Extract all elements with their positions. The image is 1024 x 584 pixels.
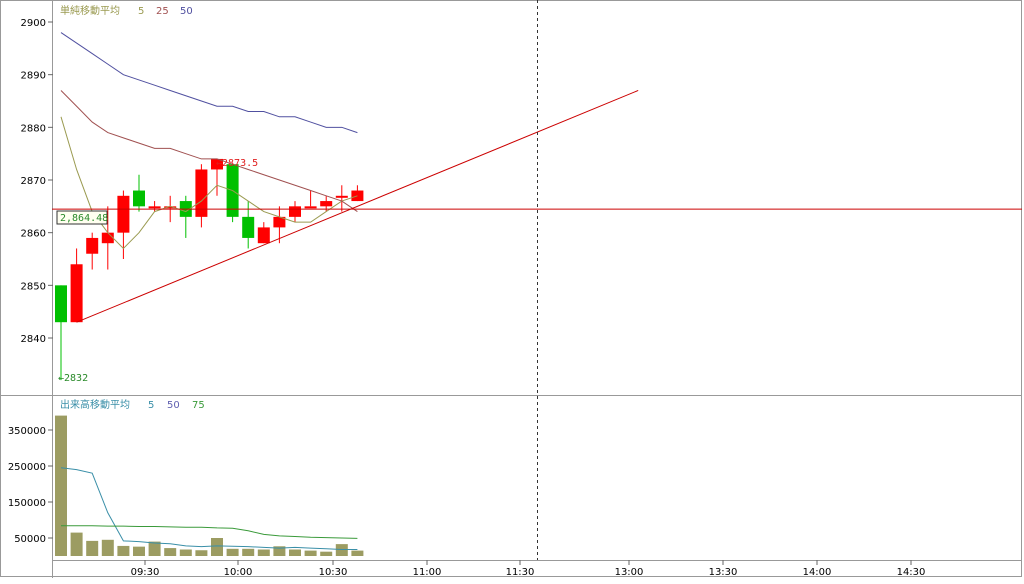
candle-body: [304, 206, 317, 209]
price-legend-period-5: 5: [138, 6, 144, 17]
candle-body: [195, 169, 208, 217]
volume-bar: [70, 532, 83, 556]
high-annotation: ←2873.5: [216, 158, 258, 169]
current-price-box: 2,864.48: [56, 210, 108, 225]
volume-bar: [226, 548, 239, 556]
volume-bar: [289, 549, 301, 556]
candle-body: [148, 206, 161, 209]
candle-body: [289, 206, 301, 217]
chart-canvas[interactable]: 2900 2890 2880 2870 2860 2850 2840 350000 25000…: [0, 0, 1024, 580]
x-tick-label: 14:00: [803, 567, 832, 578]
volume-bar: [320, 551, 333, 556]
volume-bar: [86, 540, 99, 556]
volume-bar: [101, 539, 114, 556]
volume-bar: [195, 550, 208, 556]
price-y-tick-label: 2840: [21, 334, 46, 345]
volume-bar: [335, 544, 348, 556]
volume-bar: [257, 549, 270, 556]
price-legend-label: 単純移動平均: [60, 4, 120, 17]
volume-bar: [148, 541, 161, 556]
volume-legend-label: 出来高移動平均: [60, 398, 130, 411]
x-tick-label: 09:30: [131, 567, 160, 578]
candle-body: [70, 264, 83, 323]
x-tick-label: 10:30: [319, 567, 348, 578]
price-y-tick-label: 2880: [21, 123, 46, 134]
volume-bar: [133, 546, 145, 556]
x-tick-label: 11:30: [506, 567, 535, 578]
price-legend-period-50: 50: [180, 6, 193, 17]
chart-frame: [0, 0, 1022, 577]
candle-body: [117, 195, 130, 233]
price-y-tick-label: 2870: [21, 176, 46, 187]
volume-bar: [304, 550, 317, 556]
volume-bar: [179, 549, 192, 556]
candle-body: [257, 227, 270, 244]
candle-body: [320, 201, 333, 207]
volume-y-tick-label: 350000: [8, 426, 46, 437]
candle-body: [55, 285, 67, 323]
x-tick-label: 13:00: [615, 567, 644, 578]
price-y-tick-label: 2890: [21, 71, 46, 82]
candle-body: [101, 232, 114, 244]
volume-y-tick-label: 250000: [8, 462, 46, 473]
stock-chart: 2900 2890 2880 2870 2860 2850 2840 350000 25000…: [0, 0, 1024, 580]
volume-legend-period-50: 50: [167, 400, 180, 411]
volume-bar: [55, 415, 67, 556]
volume-bar: [242, 548, 255, 556]
x-tick-label: 11:00: [413, 567, 442, 578]
x-tick-label: 14:30: [897, 567, 926, 578]
price-legend-period-25: 25: [156, 6, 169, 17]
low-annotation: ←2832: [58, 373, 88, 384]
price-y-tick-label: 2850: [21, 281, 46, 292]
price-y-tick-label: 2860: [21, 229, 46, 240]
volume-y-tick-label: 50000: [14, 534, 46, 545]
candle-body: [133, 190, 145, 207]
candle-body: [335, 195, 348, 198]
current-price-label: 2,864.48: [60, 213, 108, 224]
candle-body: [86, 237, 99, 254]
volume-bar: [211, 538, 223, 556]
price-y-tick-label: 2900: [21, 18, 46, 29]
volume-y-tick-label: 150000: [8, 498, 46, 509]
volume-legend-period-75: 75: [192, 400, 205, 411]
volume-bar: [351, 550, 364, 556]
x-tick-label: 10:00: [224, 567, 253, 578]
volume-bar: [117, 545, 130, 556]
candle-body: [242, 216, 255, 238]
volume-legend-period-5: 5: [148, 400, 154, 411]
volume-bar: [164, 548, 177, 556]
x-tick-label: 13:30: [709, 567, 738, 578]
